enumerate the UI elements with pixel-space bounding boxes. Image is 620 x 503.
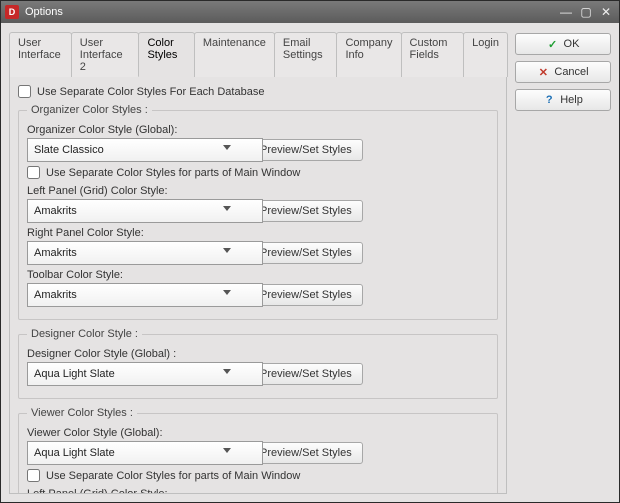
window-controls: — ▢ ✕ [557, 5, 615, 19]
viewer-global-select[interactable] [27, 441, 263, 465]
organizer-global-select-wrap [27, 138, 237, 162]
per-db-checkbox-label: Use Separate Color Styles For Each Datab… [37, 86, 264, 98]
left-column: User InterfaceUser Interface 2Color Styl… [9, 31, 507, 494]
organizer-global-preview-button[interactable]: Preview/Set Styles [249, 139, 363, 161]
ok-button-label: OK [564, 38, 580, 50]
side-buttons: OK Cancel Help [515, 31, 611, 494]
viewer-global-label: Viewer Color Style (Global): [27, 427, 489, 439]
viewer-left-label: Left Panel (Grid) Color Style: [27, 488, 489, 494]
help-button-label: Help [560, 94, 583, 106]
organizer-parts-checkbox-label: Use Separate Color Styles for parts of M… [46, 167, 300, 179]
viewer-group: Viewer Color Styles : Viewer Color Style… [18, 407, 498, 494]
ok-button[interactable]: OK [515, 33, 611, 55]
organizer-toolbar-select[interactable] [27, 283, 263, 307]
organizer-right-select[interactable] [27, 241, 263, 265]
tab-user-interface-2[interactable]: User Interface 2 [71, 32, 140, 77]
designer-group: Designer Color Style : Designer Color St… [18, 328, 498, 399]
organizer-group: Organizer Color Styles : Organizer Color… [18, 104, 498, 320]
maximize-button[interactable]: ▢ [577, 5, 595, 19]
organizer-left-preview-button[interactable]: Preview/Set Styles [249, 200, 363, 222]
organizer-left-select[interactable] [27, 199, 263, 223]
question-icon [543, 94, 555, 106]
organizer-left-label: Left Panel (Grid) Color Style: [27, 185, 489, 197]
window-body: User InterfaceUser Interface 2Color Styl… [1, 23, 619, 502]
tab-strip: User InterfaceUser Interface 2Color Styl… [9, 31, 507, 77]
designer-global-label: Designer Color Style (Global) : [27, 348, 489, 360]
tab-color-styles[interactable]: Color Styles [138, 32, 194, 77]
viewer-parts-checkbox-row: Use Separate Color Styles for parts of M… [27, 469, 489, 482]
tab-user-interface[interactable]: User Interface [9, 32, 72, 77]
check-icon [547, 38, 559, 50]
tab-panel-color-styles: Use Separate Color Styles For Each Datab… [9, 77, 507, 494]
designer-global-preview-button[interactable]: Preview/Set Styles [249, 363, 363, 385]
cancel-button-label: Cancel [554, 66, 588, 78]
viewer-legend: Viewer Color Styles : [27, 407, 137, 419]
help-button[interactable]: Help [515, 89, 611, 111]
app-logo-icon: D [5, 5, 19, 19]
organizer-parts-checkbox-row: Use Separate Color Styles for parts of M… [27, 166, 489, 179]
organizer-global-label: Organizer Color Style (Global): [27, 124, 489, 136]
tab-email-settings[interactable]: Email Settings [274, 32, 338, 77]
cross-icon [537, 66, 549, 78]
cancel-button[interactable]: Cancel [515, 61, 611, 83]
organizer-toolbar-label: Toolbar Color Style: [27, 269, 489, 281]
per-db-checkbox-row: Use Separate Color Styles For Each Datab… [18, 85, 498, 98]
options-window: D Options — ▢ ✕ User InterfaceUser Inter… [0, 0, 620, 503]
per-db-checkbox[interactable] [18, 85, 31, 98]
titlebar: D Options — ▢ ✕ [1, 1, 619, 23]
organizer-parts-checkbox[interactable] [27, 166, 40, 179]
viewer-global-preview-button[interactable]: Preview/Set Styles [249, 442, 363, 464]
organizer-right-label: Right Panel Color Style: [27, 227, 489, 239]
tab-company-info[interactable]: Company Info [336, 32, 401, 77]
designer-global-select[interactable] [27, 362, 263, 386]
viewer-parts-checkbox-label: Use Separate Color Styles for parts of M… [46, 470, 300, 482]
tab-login[interactable]: Login [463, 32, 508, 77]
tab-custom-fields[interactable]: Custom Fields [401, 32, 465, 77]
organizer-toolbar-preview-button[interactable]: Preview/Set Styles [249, 284, 363, 306]
tab-maintenance[interactable]: Maintenance [194, 32, 275, 77]
organizer-global-select[interactable] [27, 138, 263, 162]
minimize-button[interactable]: — [557, 5, 575, 19]
viewer-parts-checkbox[interactable] [27, 469, 40, 482]
close-button[interactable]: ✕ [597, 5, 615, 19]
window-title: Options [25, 6, 557, 18]
designer-legend: Designer Color Style : [27, 328, 142, 340]
organizer-right-preview-button[interactable]: Preview/Set Styles [249, 242, 363, 264]
organizer-legend: Organizer Color Styles : [27, 104, 152, 116]
